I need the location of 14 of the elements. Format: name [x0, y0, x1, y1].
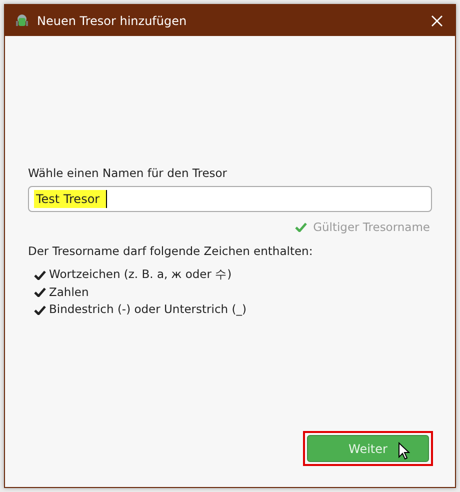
check-icon	[34, 287, 46, 298]
name-field[interactable]: Test Tresor	[28, 186, 432, 212]
rule-text: Bindestrich (-) oder Unterstrich (_)	[49, 301, 246, 318]
check-icon	[34, 270, 46, 280]
check-icon	[34, 304, 46, 315]
close-button[interactable]	[429, 12, 445, 28]
rules-heading: Der Tresorname darf folgende Zeichen enthalten:	[28, 244, 314, 258]
rule-text: Zahlen	[49, 284, 89, 300]
validation-message: Gültiger Tresorname	[313, 220, 430, 234]
rule-text: Wortzeichen (z. B. a, ж oder 수)	[49, 266, 232, 283]
field-label: Wähle einen Namen für den Tresor	[28, 166, 228, 180]
robot-icon	[15, 14, 29, 28]
window-title: Neuen Tresor hinzufügen	[37, 14, 188, 28]
mouse-pointer-icon	[398, 442, 410, 460]
